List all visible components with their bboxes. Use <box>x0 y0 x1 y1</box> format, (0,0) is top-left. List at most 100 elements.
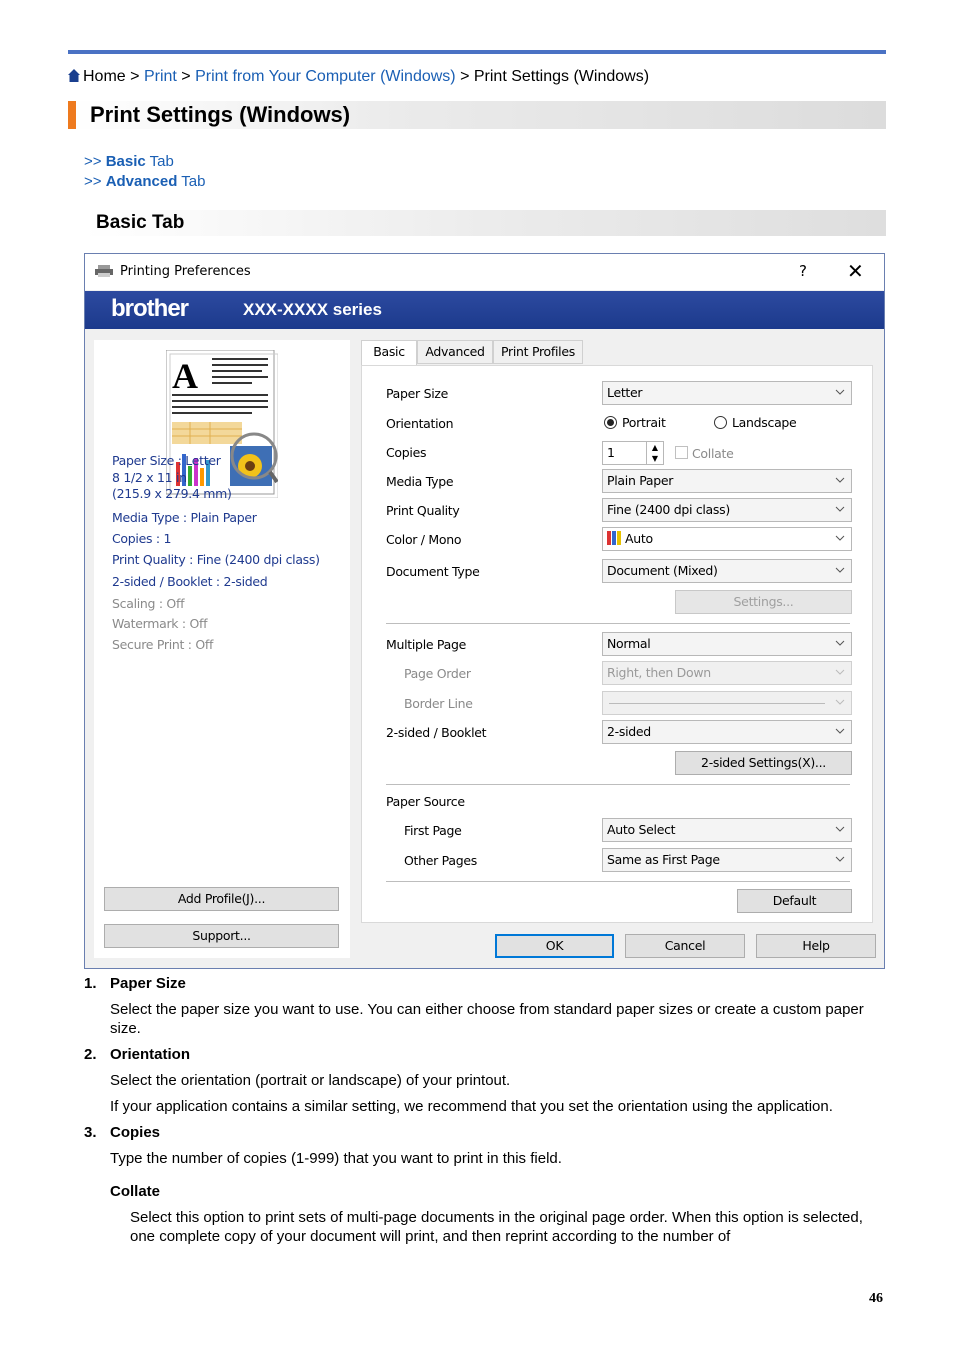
paper-size-label: Paper Size <box>386 386 449 401</box>
first-page-label: First Page <box>404 823 462 838</box>
tab-basic[interactable]: Basic <box>361 340 417 366</box>
tab-print-profiles[interactable]: Print Profiles <box>493 340 583 364</box>
support-button[interactable]: Support... <box>104 924 339 948</box>
summary-media-type: Media Type : Plain Paper <box>112 510 257 525</box>
tab-advanced[interactable]: Advanced <box>417 340 493 364</box>
document-type-label: Document Type <box>386 564 480 579</box>
toc-link-basic[interactable]: >> Basic Tab <box>84 153 174 170</box>
item-orientation-text2: If your application contains a similar s… <box>110 1098 833 1115</box>
add-profile-button[interactable]: Add Profile(J)... <box>104 887 339 911</box>
color-mono-label: Color / Mono <box>386 532 462 547</box>
paper-size-select[interactable]: Letter <box>602 381 852 405</box>
chevron-down-icon <box>835 640 845 646</box>
collate-label: Collate <box>692 446 734 461</box>
top-rule <box>68 50 886 54</box>
multiple-page-label: Multiple Page <box>386 637 466 652</box>
section-heading-bar: Basic Tab <box>84 210 886 236</box>
ok-button[interactable]: OK <box>495 934 614 958</box>
multiple-page-select[interactable]: Normal <box>602 632 852 656</box>
orientation-label: Orientation <box>386 416 454 431</box>
portrait-label: Portrait <box>622 415 666 430</box>
breadcrumb-sep: > <box>460 68 470 85</box>
cancel-button[interactable]: Cancel <box>625 934 745 958</box>
collate-heading: Collate <box>110 1183 161 1200</box>
chevron-down-icon <box>835 506 845 512</box>
summary-pane: A Paper Size : Letter 8 1/2 x 11 in (215… <box>94 340 350 958</box>
border-line-label: Border Line <box>404 696 473 711</box>
portrait-radio[interactable] <box>604 416 617 429</box>
toc-link-advanced[interactable]: >> Advanced Tab <box>84 173 205 190</box>
chevron-down-icon <box>835 856 845 862</box>
other-pages-select[interactable]: Same as First Page <box>602 848 852 872</box>
help-button[interactable]: Help <box>756 934 876 958</box>
brother-logo: brother <box>111 295 189 322</box>
printer-series: XXX-XXXX series <box>243 300 382 319</box>
divider <box>386 784 850 785</box>
printer-icon <box>95 265 113 277</box>
chevron-down-icon <box>835 826 845 832</box>
chevron-down-icon <box>835 477 845 483</box>
chevron-down-icon <box>835 699 845 705</box>
copies-stepper[interactable]: 1 ▲ ▼ <box>602 441 664 465</box>
settings-button[interactable]: Settings... <box>675 590 852 614</box>
paper-source-label: Paper Source <box>386 794 465 809</box>
breadcrumb-sep: > <box>181 68 191 85</box>
dialog-title: Printing Preferences <box>120 264 251 279</box>
item-paper-size-text: Select the paper size you want to use. Y… <box>110 1001 864 1037</box>
landscape-radio[interactable] <box>714 416 727 429</box>
summary-2sided: 2-sided / Booklet : 2-sided <box>112 574 268 589</box>
page-order-label: Page Order <box>404 666 471 681</box>
two-sided-select[interactable]: 2-sided <box>602 720 852 744</box>
collate-text: Select this option to print sets of mult… <box>130 1209 863 1245</box>
border-line-preview <box>609 703 825 704</box>
divider <box>386 881 850 882</box>
close-icon[interactable]: ✕ <box>847 259 864 283</box>
chevron-down-icon <box>835 535 845 541</box>
landscape-label: Landscape <box>732 415 797 430</box>
copies-label: Copies <box>386 445 427 460</box>
color-mono-select[interactable]: Auto <box>602 527 852 551</box>
summary-copies: Copies : 1 <box>112 531 172 546</box>
document-type-select[interactable]: Document (Mixed) <box>602 559 852 583</box>
home-icon <box>68 69 80 82</box>
svg-text:A: A <box>172 356 198 396</box>
summary-paper-dims-in: 8 1/2 x 11 in <box>112 470 187 485</box>
border-line-select[interactable] <box>602 691 852 715</box>
breadcrumb-print-link[interactable]: Print <box>144 68 177 85</box>
printing-preferences-dialog: Printing Preferences ? ✕ brother XXX-XXX… <box>84 253 885 969</box>
two-sided-label: 2-sided / Booklet <box>386 725 487 740</box>
breadcrumb-home[interactable]: Home <box>83 68 126 85</box>
brand-banner: brother XXX-XXXX series <box>85 291 884 329</box>
page-title: Print Settings (Windows) <box>90 102 351 127</box>
two-sided-settings-button[interactable]: 2-sided Settings(X)... <box>675 751 852 775</box>
item-copies-text: Type the number of copies (1-999) that y… <box>110 1150 562 1167</box>
item-orientation-text: Select the orientation (portrait or land… <box>110 1072 511 1089</box>
chevron-down-icon <box>835 669 845 675</box>
media-type-label: Media Type <box>386 474 454 489</box>
page-number: 46 <box>869 1291 883 1306</box>
color-icon <box>607 531 621 545</box>
summary-print-quality: Print Quality : Fine (2400 dpi class) <box>112 552 320 567</box>
breadcrumb-current: Print Settings (Windows) <box>473 68 650 85</box>
dialog-titlebar: Printing Preferences ? ✕ <box>85 254 884 290</box>
help-icon[interactable]: ? <box>799 262 807 280</box>
summary-paper-size: Paper Size : Letter <box>112 453 221 468</box>
first-page-select[interactable]: Auto Select <box>602 818 852 842</box>
summary-paper-dims-mm: (215.9 x 279.4 mm) <box>112 486 232 501</box>
page-order-select[interactable]: Right, then Down <box>602 661 852 685</box>
stepper-arrows-icon[interactable]: ▲ ▼ <box>646 442 663 464</box>
chevron-down-icon <box>835 567 845 573</box>
collate-checkbox[interactable] <box>675 446 688 459</box>
other-pages-label: Other Pages <box>404 853 477 868</box>
section-heading: Basic Tab <box>96 212 185 233</box>
summary-watermark: Watermark : Off <box>112 616 208 631</box>
chevron-down-icon <box>835 728 845 734</box>
print-quality-select[interactable]: Fine (2400 dpi class) <box>602 498 852 522</box>
breadcrumb-print-from-link[interactable]: Print from Your Computer (Windows) <box>195 68 456 85</box>
default-button[interactable]: Default <box>737 889 852 913</box>
media-type-select[interactable]: Plain Paper <box>602 469 852 493</box>
basic-tab-panel: Paper Size Letter Orientation Portrait L… <box>361 365 873 923</box>
summary-secure-print: Secure Print : Off <box>112 637 214 652</box>
breadcrumb: Home > Print > Print from Your Computer … <box>68 68 649 86</box>
summary-scaling: Scaling : Off <box>112 596 185 611</box>
